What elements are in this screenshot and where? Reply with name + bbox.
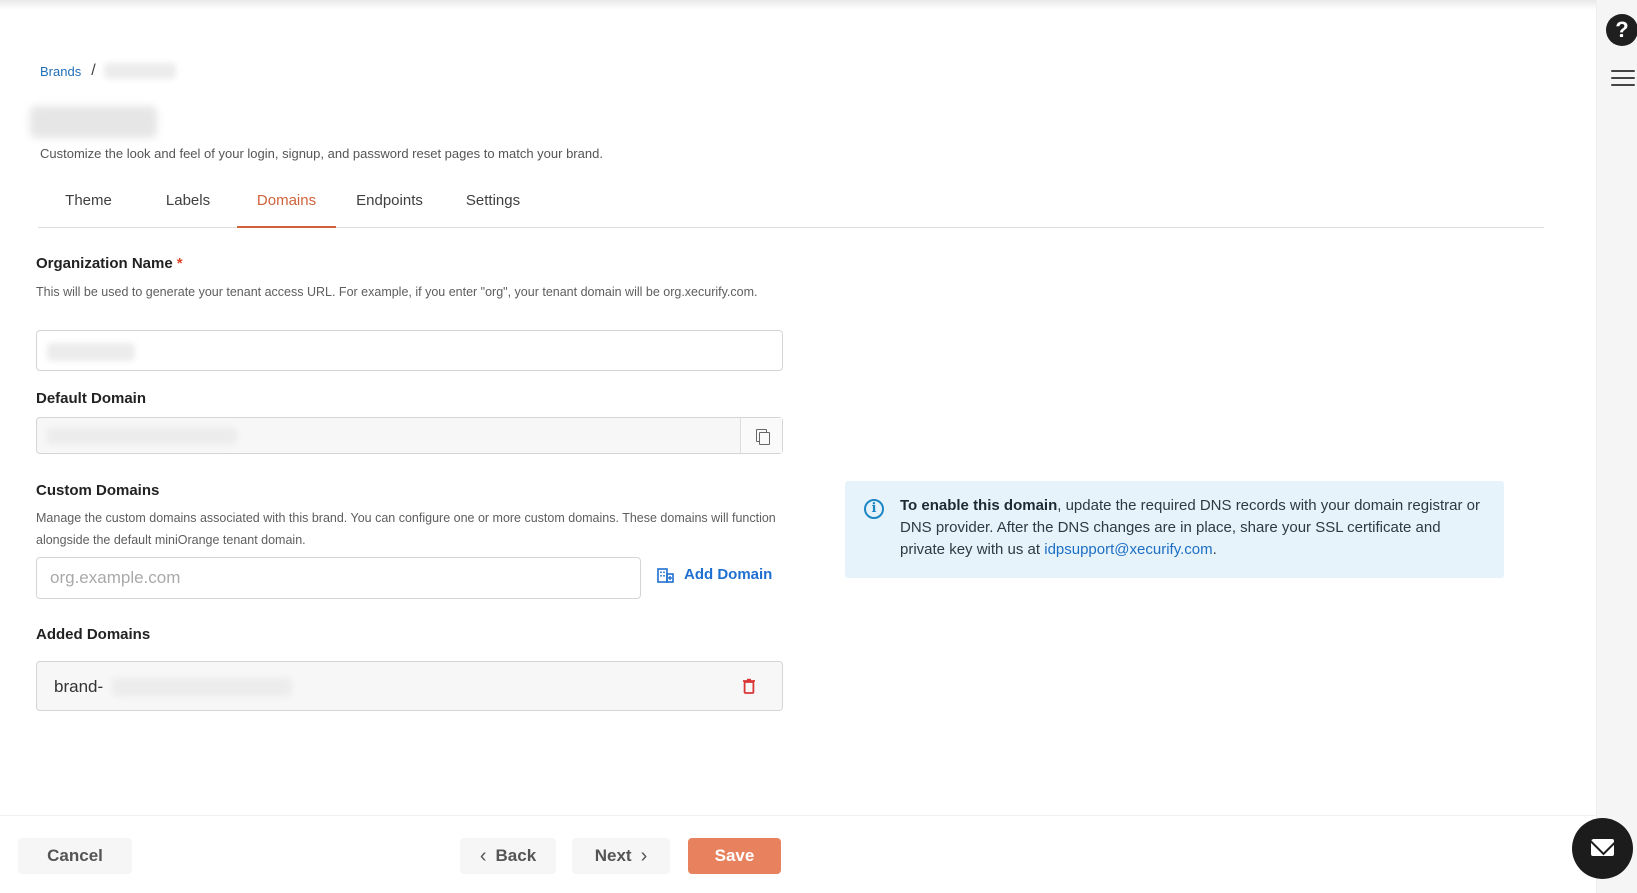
support-email-link[interactable]: idpsupport@xecurify.com [1044, 541, 1212, 558]
added-domains-label: Added Domains [36, 626, 151, 643]
added-domain-value-redacted [112, 678, 292, 696]
added-domain-prefix: brand- [54, 677, 104, 696]
breadcrumb-brands-link[interactable]: Brands [40, 64, 81, 79]
footer-divider [0, 815, 1596, 816]
hamburger-menu-icon[interactable] [1611, 70, 1635, 88]
tab-bar: Theme Labels Domains Endpoints Settings [38, 190, 1544, 228]
org-name-help: This will be used to generate your tenan… [36, 285, 758, 299]
default-domain-value-redacted [47, 428, 237, 444]
copy-button[interactable] [740, 418, 782, 453]
custom-domains-help: Manage the custom domains associated wit… [36, 511, 776, 547]
added-domain-row: brand- [36, 661, 783, 711]
tab-domains[interactable]: Domains [237, 190, 336, 228]
info-icon: i [864, 499, 884, 519]
help-icon[interactable]: ? [1606, 14, 1637, 46]
chat-button[interactable] [1572, 818, 1633, 879]
back-button[interactable]: ‹ Back [460, 838, 556, 874]
dns-info-text: To enable this domain, update the requir… [900, 497, 1480, 558]
page-title-redacted [30, 106, 157, 138]
add-domain-label: Add Domain [684, 566, 773, 583]
tab-endpoints[interactable]: Endpoints [336, 190, 443, 228]
right-rail [1596, 0, 1637, 893]
breadcrumb-current-redacted [103, 63, 176, 79]
org-name-value-redacted [47, 343, 135, 361]
mail-icon [1591, 839, 1614, 856]
breadcrumb: Brands / [40, 62, 176, 80]
chevron-left-icon: ‹ [479, 844, 487, 867]
copy-icon [756, 429, 770, 445]
org-name-label: Organization Name * [36, 255, 183, 272]
dns-info-box: i To enable this domain, update the requ… [845, 481, 1504, 578]
cancel-button[interactable]: Cancel [18, 838, 132, 874]
org-name-input[interactable] [36, 330, 783, 371]
default-domain-label: Default Domain [36, 390, 147, 407]
next-button[interactable]: Next › [572, 838, 670, 874]
tab-theme[interactable]: Theme [38, 190, 139, 228]
default-domain-field [36, 417, 783, 454]
page-subtitle: Customize the look and feel of your logi… [40, 146, 603, 161]
add-domain-button[interactable]: Add Domain [657, 566, 772, 583]
domain-add-icon [657, 567, 675, 583]
required-asterisk: * [176, 255, 183, 272]
trash-icon[interactable] [742, 678, 756, 694]
top-shadow [0, 0, 1596, 10]
custom-domains-label: Custom Domains [36, 482, 160, 499]
tab-settings[interactable]: Settings [443, 190, 543, 228]
custom-domain-input[interactable] [36, 557, 641, 599]
breadcrumb-separator: / [91, 62, 96, 79]
save-button[interactable]: Save [688, 838, 781, 874]
chevron-right-icon: › [640, 844, 648, 867]
tab-labels[interactable]: Labels [139, 190, 237, 228]
